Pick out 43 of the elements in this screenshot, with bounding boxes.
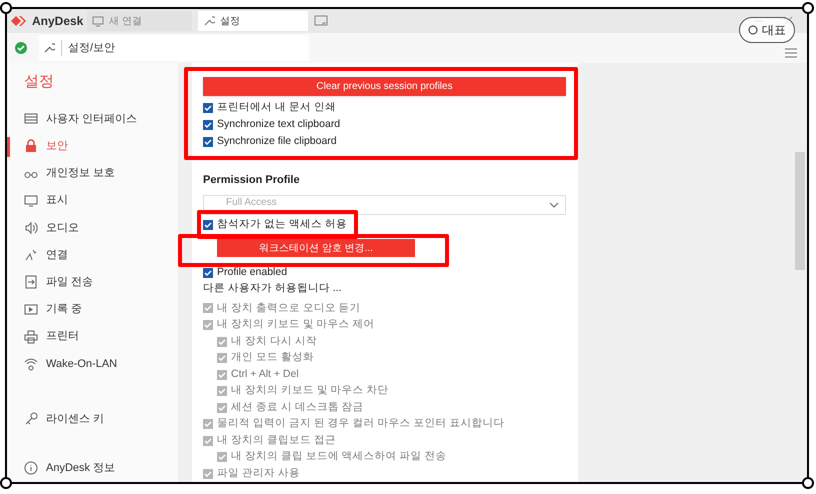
checkbox[interactable]: 참석자가 없는 액세스 허용 <box>203 216 566 233</box>
sidebar-item[interactable]: 라이센스 키 <box>7 406 178 433</box>
layout-icon <box>24 112 38 126</box>
section-heading: Permission Profile <box>203 173 301 188</box>
sidebar-item[interactable]: 개인정보 보호 <box>7 160 178 188</box>
key-icon <box>24 412 38 426</box>
sidebar-item[interactable]: 프린터 <box>7 323 178 350</box>
menu-icon <box>785 48 797 58</box>
new-tab-icon <box>314 15 328 27</box>
speaker-icon <box>24 220 38 235</box>
permissions-heading: 다른 사용자가 허용됩니다 ... <box>203 281 343 296</box>
sidebar-item[interactable]: 사용자 인터페이스 <box>7 106 178 133</box>
anydesk-logo-icon <box>11 15 27 27</box>
info-icon <box>24 461 38 476</box>
checkbox[interactable]: Synchronize file clipboard <box>203 133 566 150</box>
tab[interactable]: 설정 <box>198 11 308 31</box>
sidebar-item[interactable]: 기록 중 <box>7 296 178 324</box>
sidebar-item[interactable]: Wake-On-LAN <box>7 350 178 378</box>
sidebar-item[interactable]: 파일 전송 <box>7 268 178 296</box>
clear-profiles-button[interactable]: Clear previous session profiles <box>203 77 566 96</box>
chevron-down-icon <box>549 202 559 208</box>
video-icon <box>24 302 38 317</box>
status-ok-icon <box>15 42 27 54</box>
checkbox[interactable]: Synchronize text clipboard <box>203 116 566 134</box>
badge: 대표 <box>739 17 795 43</box>
circle-icon <box>748 25 758 35</box>
sidebar-title: 설정 <box>23 72 55 92</box>
antenna-icon <box>24 248 38 262</box>
monitor-icon <box>92 16 104 26</box>
wifi-icon <box>24 356 38 371</box>
sidebar-item[interactable]: 오디오 <box>7 214 178 242</box>
printer-icon <box>24 330 38 344</box>
checkbox[interactable]: Profile enabled <box>203 264 566 282</box>
checkbox[interactable]: 프린터에서 내 문서 인쇄 <box>203 99 566 116</box>
lock-icon <box>24 139 38 154</box>
address-bar[interactable]: 설정/보안 <box>39 35 309 61</box>
sidebar-item[interactable]: 연결 <box>7 242 178 269</box>
sidebar-item[interactable]: 보안 <box>7 132 178 160</box>
app-name: AnyDesk <box>32 13 84 30</box>
sidebar-item[interactable]: 표시 <box>7 187 178 214</box>
change-password-button[interactable]: 워크스테이션 암호 변경... <box>217 239 415 258</box>
monitor-icon <box>24 194 38 208</box>
sidebar-item[interactable]: AnyDesk 정보 <box>7 454 178 482</box>
